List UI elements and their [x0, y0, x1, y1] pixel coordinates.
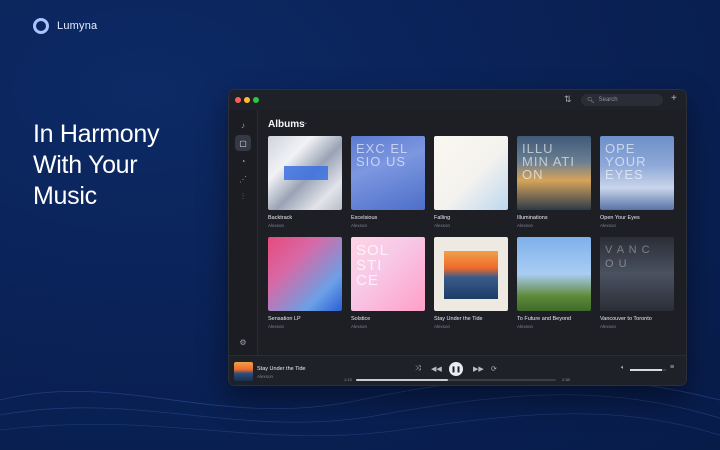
album-artist: Alexson — [600, 324, 617, 329]
volume-icon[interactable]: 🔈︎ — [621, 365, 625, 372]
now-playing-cover[interactable] — [234, 362, 253, 381]
album-artist: Alexson — [600, 223, 617, 228]
album-cover: OPE YOUR EYES — [600, 136, 674, 210]
hero-line-1: In Harmony — [33, 120, 160, 148]
progress-fill — [356, 379, 448, 381]
section-title: Albums — [268, 119, 305, 130]
album-card[interactable]: SOL STI CE Solstice Alexson — [351, 237, 425, 329]
sidebar: ♪ ▢ ◔ ⋰ ⫶ ⚙ — [229, 110, 258, 355]
brand-logo-icon — [33, 18, 49, 34]
album-cover-text: EXC EL SIO US — [356, 141, 408, 169]
previous-icon[interactable]: ◀◀ — [431, 365, 442, 373]
album-cover-text: ILLU MIN ATI ON — [522, 141, 575, 182]
album-title: Stay Under the Tide — [434, 316, 483, 322]
album-artist: Alexson — [268, 223, 285, 228]
minimize-window-button[interactable] — [244, 97, 250, 103]
repeat-icon[interactable]: ⟳ — [491, 365, 497, 373]
volume-fill — [630, 369, 663, 371]
search-icon: 🔍︎ — [587, 97, 595, 104]
album-cover-text: SOL STI CE — [356, 242, 389, 289]
equalizer-menu-icon[interactable]: ≡ — [670, 364, 674, 371]
album-cover — [434, 136, 508, 210]
album-card[interactable]: Backtrack Alexson — [268, 136, 342, 228]
title-bar: ⇅ 🔍︎ Search + — [229, 90, 686, 110]
volume-slider[interactable] — [630, 369, 666, 371]
search-placeholder: Search — [598, 97, 618, 103]
next-icon[interactable]: ▶▶ — [473, 365, 484, 373]
pause-button[interactable]: ❚❚ — [449, 362, 463, 376]
settings-icon[interactable]: ⚙ — [235, 334, 251, 350]
album-artist: Alexson — [268, 324, 285, 329]
album-title: Backtrack — [268, 215, 293, 221]
total-time: 2:38 — [562, 377, 570, 382]
album-cover — [517, 237, 591, 311]
album-artist: Alexson — [434, 223, 451, 228]
maximize-window-button[interactable] — [253, 97, 259, 103]
album-card[interactable]: Falling Alexson — [434, 136, 508, 228]
album-cover — [268, 237, 342, 311]
album-cover-text: OPE YOUR EYES — [605, 141, 647, 182]
hero-line-2: With Your — [33, 151, 138, 179]
artist-icon[interactable]: ◔ — [235, 153, 251, 169]
album-cover: V A N C O U — [600, 237, 674, 311]
album-title: To Future and Beyond — [517, 316, 572, 322]
album-title: Falling — [434, 215, 451, 221]
album-card[interactable]: To Future and Beyond Alexson — [517, 237, 591, 329]
album-title: Excelsious — [351, 215, 378, 221]
add-icon[interactable]: + — [671, 93, 677, 104]
progress-bar[interactable] — [356, 379, 556, 381]
album-card[interactable]: ILLU MIN ATI ON Illuminations Alexson — [517, 136, 591, 228]
equalizer-icon[interactable]: ⫶ — [235, 189, 251, 205]
player-bar: Stay Under the Tide Alexson ⤨ ◀◀ ❚❚ ▶▶ ⟳… — [229, 355, 686, 385]
album-artist: Alexson — [351, 223, 368, 228]
close-window-button[interactable] — [235, 97, 241, 103]
album-title: Sensation LP — [268, 316, 301, 322]
hero-headline: In Harmony With Your Music — [33, 119, 223, 212]
now-playing-artist: Alexson — [257, 374, 274, 379]
album-cover-art — [444, 251, 498, 299]
album-artist: Alexson — [434, 324, 451, 329]
brand: Lumyna — [33, 18, 97, 34]
albums-view: Albums ⌄ Backtrack Alexson EXC EL SIO US… — [258, 110, 686, 355]
album-cover: ILLU MIN ATI ON — [517, 136, 591, 210]
album-icon[interactable]: ▢ — [235, 135, 251, 151]
album-card[interactable]: Sensation LP Alexson — [268, 237, 342, 329]
search-input[interactable]: 🔍︎ Search — [581, 94, 663, 106]
album-artist: Alexson — [351, 324, 368, 329]
now-playing-title: Stay Under the Tide — [257, 366, 306, 372]
music-note-icon[interactable]: ♪ — [235, 117, 251, 133]
album-cover: SOL STI CE — [351, 237, 425, 311]
album-card[interactable]: EXC EL SIO US Excelsious Alexson — [351, 136, 425, 228]
playlist-icon[interactable]: ⋰ — [235, 171, 251, 187]
album-title: Open Your Eyes — [600, 215, 640, 221]
elapsed-time: 1:13 — [344, 377, 352, 382]
album-artist: Alexson — [517, 223, 534, 228]
album-cover — [268, 136, 342, 210]
album-card[interactable]: OPE YOUR EYES Open Your Eyes Alexson — [600, 136, 674, 228]
album-artist: Alexson — [517, 324, 534, 329]
album-cover: EXC EL SIO US — [351, 136, 425, 210]
album-title: Illuminations — [517, 215, 548, 221]
album-card[interactable]: V A N C O U Vancouver to Toronto Alexson — [600, 237, 674, 329]
album-cover-text: V A N C O U — [605, 244, 651, 270]
sort-icon[interactable]: ⇅ — [564, 94, 572, 105]
chevron-down-icon[interactable]: ⌄ — [303, 119, 308, 126]
app-window: ⇅ 🔍︎ Search + ♪ ▢ ◔ ⋰ ⫶ ⚙ Albums ⌄ Backt… — [228, 89, 687, 386]
brand-name: Lumyna — [57, 20, 98, 32]
album-card[interactable]: Stay Under the Tide Alexson — [434, 237, 508, 329]
shuffle-icon[interactable]: ⤨ — [415, 365, 421, 373]
album-cover — [434, 237, 508, 311]
hero-line-3: Music — [33, 182, 97, 210]
album-title: Solstice — [351, 316, 371, 322]
album-title: Vancouver to Toronto — [600, 316, 652, 322]
